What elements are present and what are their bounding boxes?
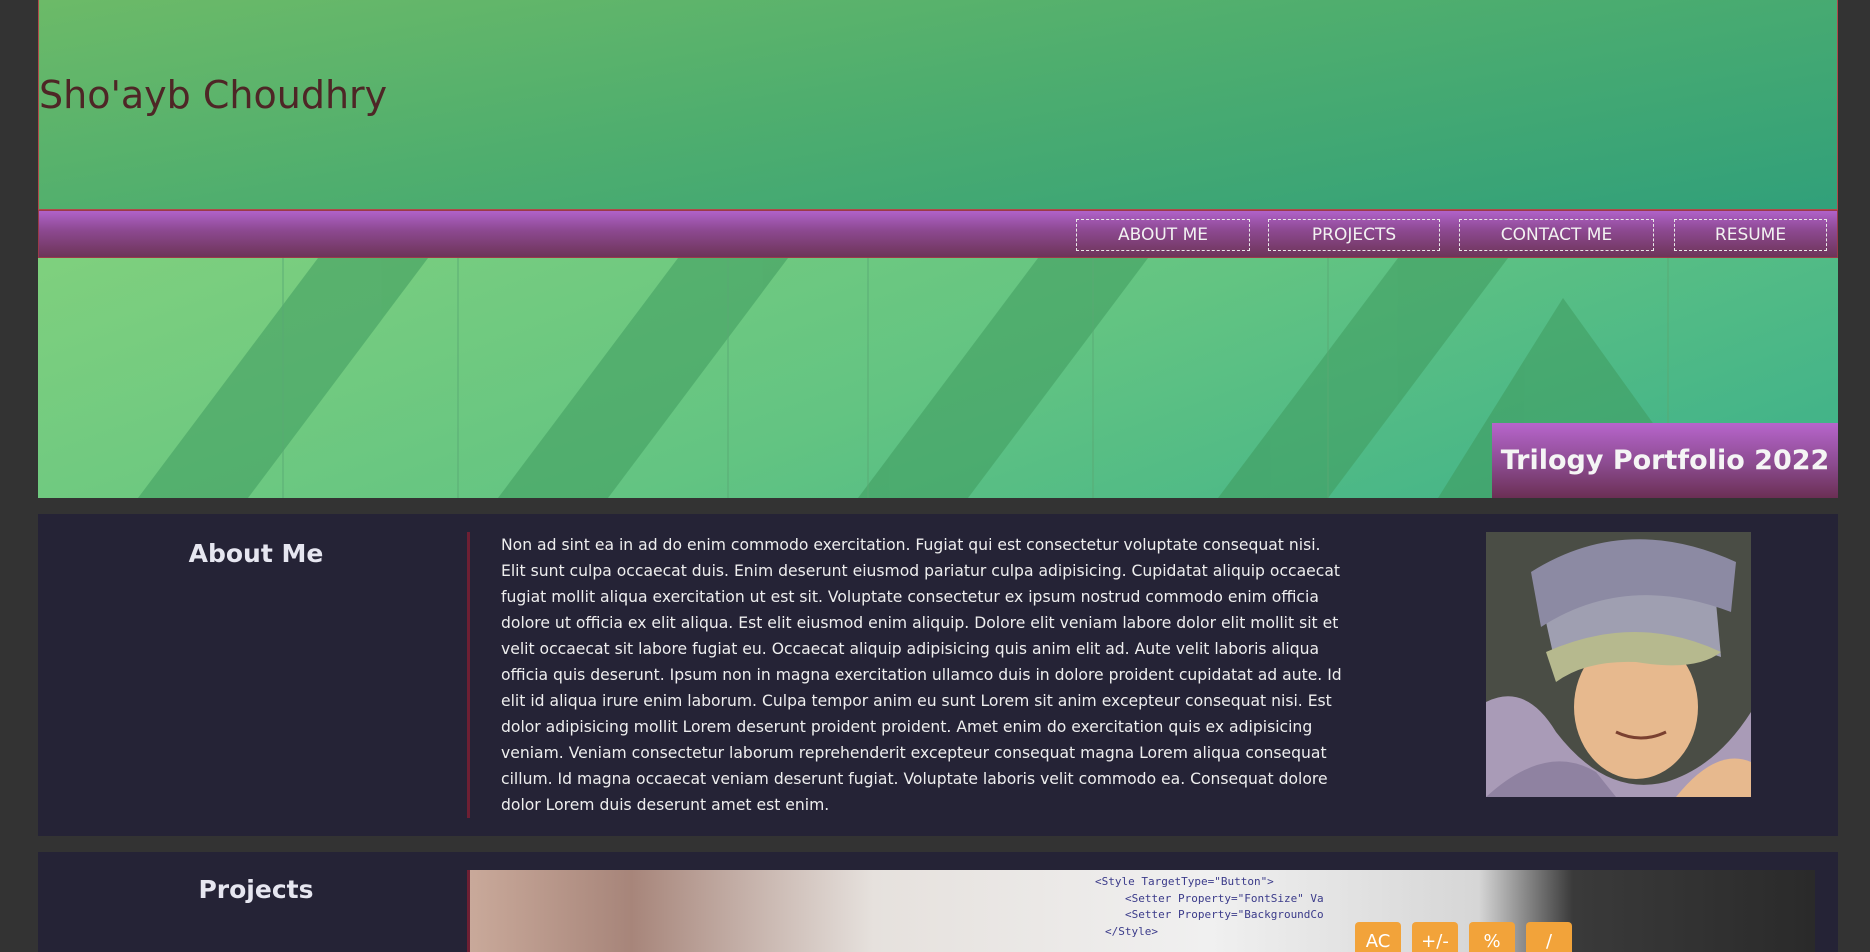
about-divider [467,532,470,818]
project-image: <Style TargetType="Button"> <Setter Prop… [470,870,1815,952]
calc-key: / [1526,922,1572,952]
about-body-text: Non ad sint ea in ad do enim commodo exe… [501,536,1342,814]
nav-bar: ABOUT ME PROJECTS CONTACT ME RESUME [38,210,1838,258]
profile-avatar [1486,532,1751,797]
calc-key: AC [1355,922,1401,952]
hero-badge: Trilogy Portfolio 2022 [1492,423,1838,498]
nav-about-me-button[interactable]: ABOUT ME [1076,219,1250,251]
site-header: Sho'ayb Choudhry [38,0,1838,210]
about-title: About Me [188,539,324,568]
nav-projects-button[interactable]: PROJECTS [1268,219,1440,251]
avatar-illustration [1486,532,1751,797]
code-line: <Setter Property="BackgroundCo [1125,908,1324,921]
hero-banner: Trilogy Portfolio 2022 [38,258,1838,498]
code-line: </Style> [1105,925,1158,938]
code-line: <Setter Property="FontSize" Va [1125,892,1324,905]
calc-key: +/- [1412,922,1458,952]
projects-title: Projects [198,875,314,904]
nav-contact-me-button[interactable]: CONTACT ME [1459,219,1654,251]
about-section: About Me Non ad sint ea in ad do enim co… [38,514,1838,836]
calc-key: % [1469,922,1515,952]
nav-resume-button[interactable]: RESUME [1674,219,1827,251]
page-wrapper: Sho'ayb Choudhry ABOUT ME PROJECTS CONTA… [38,0,1838,952]
projects-section: Projects <Style TargetType="Button"> <Se… [38,852,1838,952]
code-line: <Style TargetType="Button"> [1095,875,1274,888]
site-title: Sho'ayb Choudhry [39,73,388,117]
